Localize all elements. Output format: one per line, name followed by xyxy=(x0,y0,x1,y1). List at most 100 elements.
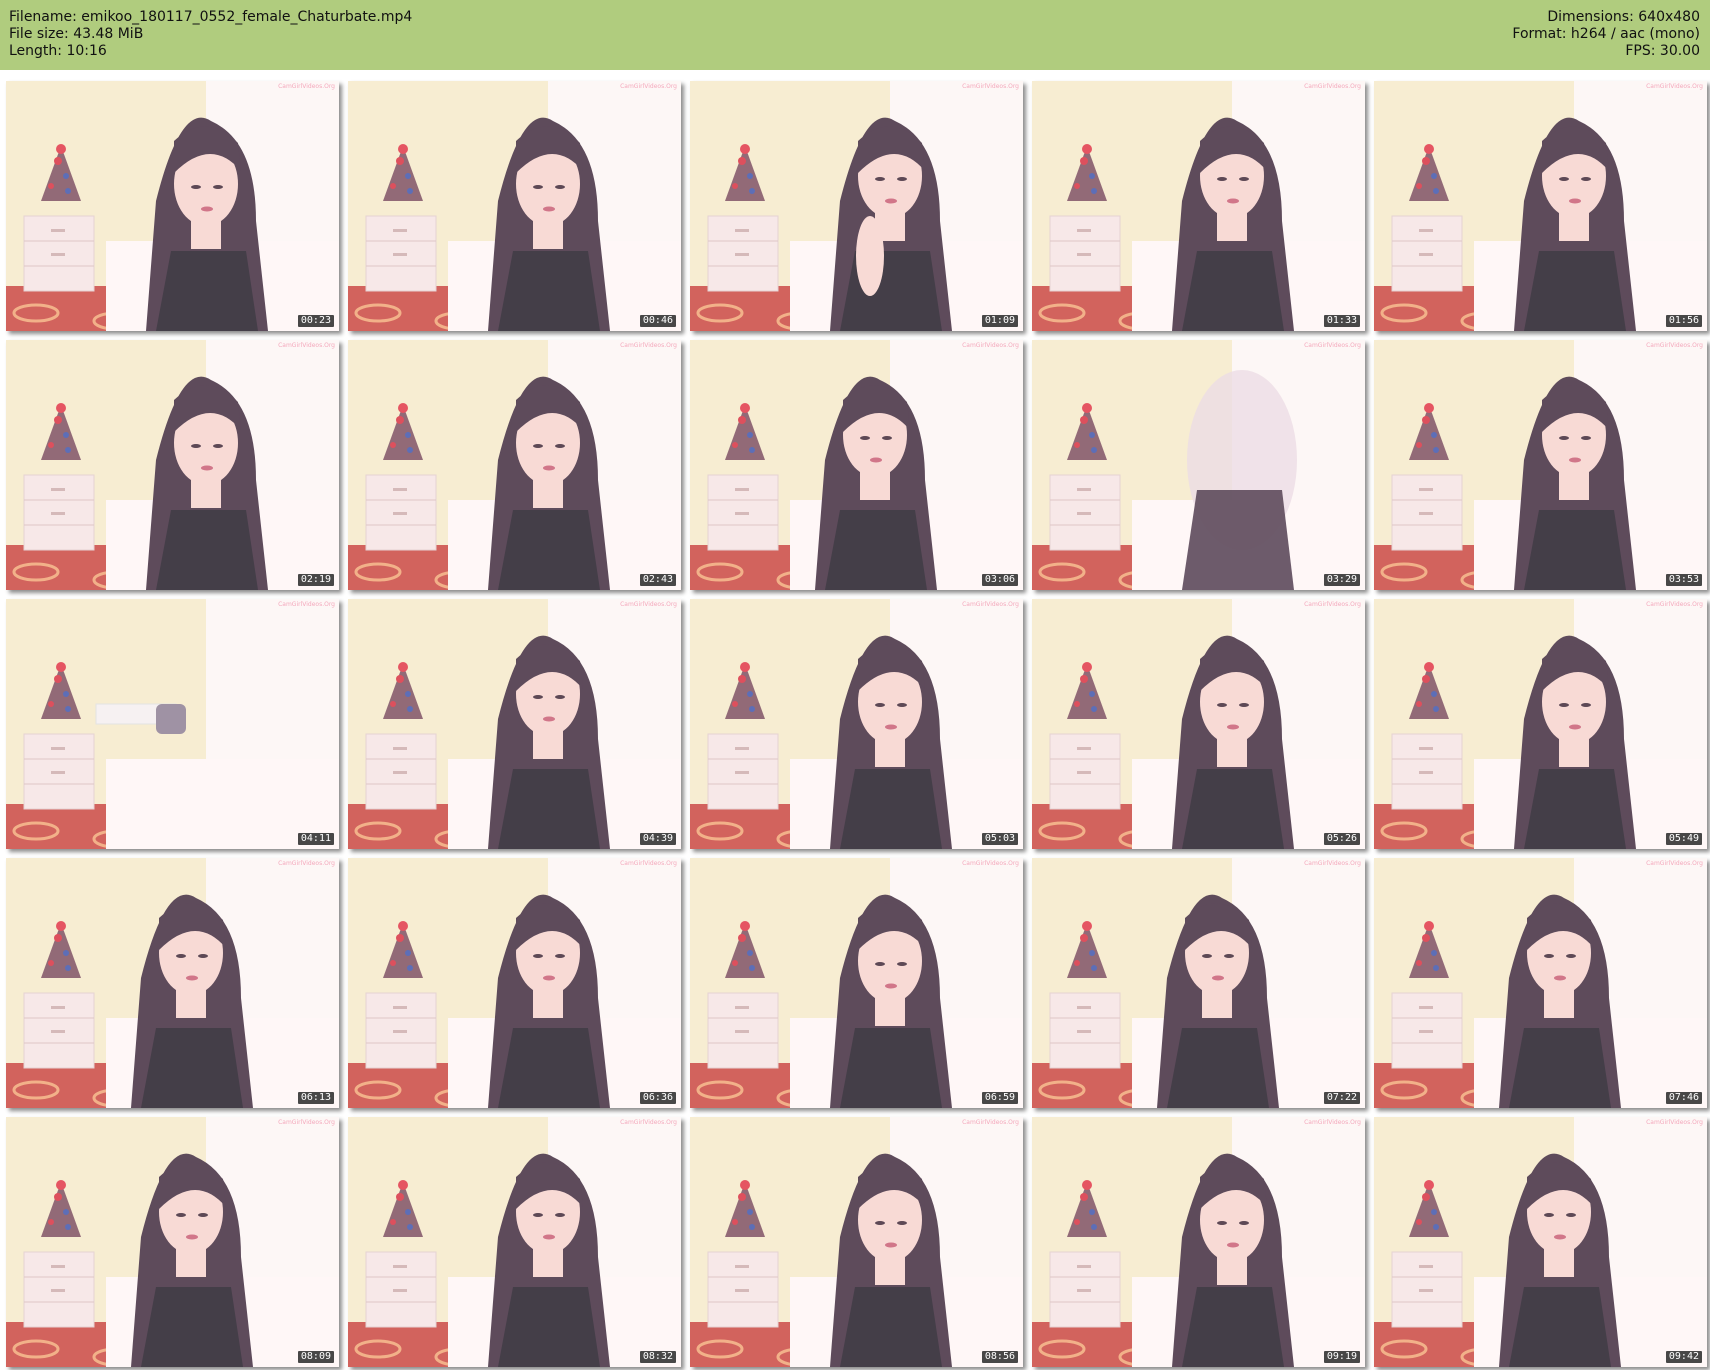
video-thumbnail: CamGirlVideos.Org 01:09 xyxy=(690,81,1023,331)
timestamp-label: 07:46 xyxy=(1665,1092,1702,1104)
timestamp-label: 04:39 xyxy=(639,833,676,845)
thumbnail-scene xyxy=(6,340,339,590)
timestamp-label: 02:43 xyxy=(639,574,676,586)
timestamp-label: 08:09 xyxy=(297,1351,334,1363)
timestamp-label: 07:22 xyxy=(1323,1092,1360,1104)
timestamp-label: 05:26 xyxy=(1323,833,1360,845)
watermark: CamGirlVideos.Org xyxy=(1646,1119,1703,1126)
thumbnail-scene xyxy=(348,1117,681,1367)
watermark: CamGirlVideos.Org xyxy=(1304,83,1361,90)
format-text: Format: h264 / aac (mono) xyxy=(1512,26,1700,42)
watermark: CamGirlVideos.Org xyxy=(1646,860,1703,867)
thumbnail-scene xyxy=(1374,599,1707,849)
filename-text: Filename: emikoo_180117_0552_female_Chat… xyxy=(9,9,413,25)
thumbnail-scene xyxy=(1032,1117,1365,1367)
thumbnail-scene xyxy=(690,340,1023,590)
timestamp-label: 01:09 xyxy=(981,315,1018,327)
timestamp-label: 01:56 xyxy=(1665,315,1702,327)
video-thumbnail: CamGirlVideos.Org 00:46 xyxy=(348,81,681,331)
timestamp-label: 00:46 xyxy=(639,315,676,327)
timestamp-label: 06:36 xyxy=(639,1092,676,1104)
watermark: CamGirlVideos.Org xyxy=(1304,601,1361,608)
watermark: CamGirlVideos.Org xyxy=(620,342,677,349)
thumbnail-scene xyxy=(1032,81,1365,331)
video-thumbnail: CamGirlVideos.Org 08:32 xyxy=(348,1117,681,1367)
thumbnail-scene xyxy=(348,858,681,1108)
video-thumbnail: CamGirlVideos.Org 06:59 xyxy=(690,858,1023,1108)
filesize-text: File size: 43.48 MiB xyxy=(9,26,144,42)
video-thumbnail: CamGirlVideos.Org 08:09 xyxy=(6,1117,339,1367)
thumbnail-scene xyxy=(6,81,339,331)
watermark: CamGirlVideos.Org xyxy=(278,1119,335,1126)
thumbnail-scene xyxy=(1032,599,1365,849)
thumbnail-scene xyxy=(690,1117,1023,1367)
timestamp-label: 06:13 xyxy=(297,1092,334,1104)
fps-text: FPS: 30.00 xyxy=(1625,43,1700,59)
video-thumbnail: CamGirlVideos.Org 00:23 xyxy=(6,81,339,331)
timestamp-label: 08:32 xyxy=(639,1351,676,1363)
timestamp-label: 04:11 xyxy=(297,833,334,845)
watermark: CamGirlVideos.Org xyxy=(620,601,677,608)
timestamp-label: 09:42 xyxy=(1665,1351,1702,1363)
watermark: CamGirlVideos.Org xyxy=(962,1119,1019,1126)
watermark: CamGirlVideos.Org xyxy=(1304,342,1361,349)
thumbnail-scene xyxy=(690,599,1023,849)
thumbnail-scene xyxy=(1374,1117,1707,1367)
thumbnail-scene xyxy=(6,599,339,849)
thumbnail-scene xyxy=(6,858,339,1108)
thumbnail-scene xyxy=(1374,340,1707,590)
video-thumbnail: CamGirlVideos.Org 01:33 xyxy=(1032,81,1365,331)
thumbnail-scene xyxy=(348,340,681,590)
timestamp-label: 01:33 xyxy=(1323,315,1360,327)
thumbnail-scene xyxy=(6,1117,339,1367)
watermark: CamGirlVideos.Org xyxy=(962,83,1019,90)
video-thumbnail: CamGirlVideos.Org 03:29 xyxy=(1032,340,1365,590)
thumbnail-scene xyxy=(690,81,1023,331)
timestamp-label: 09:19 xyxy=(1323,1351,1360,1363)
watermark: CamGirlVideos.Org xyxy=(1646,83,1703,90)
watermark: CamGirlVideos.Org xyxy=(962,601,1019,608)
video-thumbnail: CamGirlVideos.Org 06:13 xyxy=(6,858,339,1108)
video-thumbnail: CamGirlVideos.Org 09:19 xyxy=(1032,1117,1365,1367)
watermark: CamGirlVideos.Org xyxy=(1646,342,1703,349)
watermark: CamGirlVideos.Org xyxy=(1646,601,1703,608)
thumbnail-scene xyxy=(348,81,681,331)
video-thumbnail: CamGirlVideos.Org 08:56 xyxy=(690,1117,1023,1367)
timestamp-label: 05:49 xyxy=(1665,833,1702,845)
timestamp-label: 08:56 xyxy=(981,1351,1018,1363)
thumbnail-scene xyxy=(1032,340,1365,590)
file-info-right: Dimensions: 640x480 Format: h264 / aac (… xyxy=(1512,9,1700,60)
watermark: CamGirlVideos.Org xyxy=(278,860,335,867)
timestamp-label: 03:06 xyxy=(981,574,1018,586)
video-thumbnail: CamGirlVideos.Org 09:42 xyxy=(1374,1117,1707,1367)
video-thumbnail: CamGirlVideos.Org 02:43 xyxy=(348,340,681,590)
video-thumbnail: CamGirlVideos.Org 03:06 xyxy=(690,340,1023,590)
file-info-left: Filename: emikoo_180117_0552_female_Chat… xyxy=(9,9,412,60)
timestamp-label: 02:19 xyxy=(297,574,334,586)
watermark: CamGirlVideos.Org xyxy=(962,860,1019,867)
dimensions-text: Dimensions: 640x480 xyxy=(1547,9,1700,25)
thumbnail-grid: CamGirlVideos.Org 00:23 CamGirlVideos.Or… xyxy=(6,81,1707,1367)
video-thumbnail: CamGirlVideos.Org 06:36 xyxy=(348,858,681,1108)
timestamp-label: 05:03 xyxy=(981,833,1018,845)
thumbnail-scene xyxy=(690,858,1023,1108)
timestamp-label: 03:29 xyxy=(1323,574,1360,586)
watermark: CamGirlVideos.Org xyxy=(278,601,335,608)
video-thumbnail: CamGirlVideos.Org 01:56 xyxy=(1374,81,1707,331)
video-thumbnail: CamGirlVideos.Org 04:39 xyxy=(348,599,681,849)
watermark: CamGirlVideos.Org xyxy=(1304,860,1361,867)
watermark: CamGirlVideos.Org xyxy=(1304,1119,1361,1126)
timestamp-label: 03:53 xyxy=(1665,574,1702,586)
video-thumbnail: CamGirlVideos.Org 07:22 xyxy=(1032,858,1365,1108)
thumbnail-scene xyxy=(1032,858,1365,1108)
video-thumbnail: CamGirlVideos.Org 03:53 xyxy=(1374,340,1707,590)
video-thumbnail: CamGirlVideos.Org 04:11 xyxy=(6,599,339,849)
thumbnail-scene xyxy=(1374,858,1707,1108)
video-thumbnail: CamGirlVideos.Org 05:03 xyxy=(690,599,1023,849)
watermark: CamGirlVideos.Org xyxy=(620,1119,677,1126)
watermark: CamGirlVideos.Org xyxy=(278,83,335,90)
thumbnail-scene xyxy=(1374,81,1707,331)
video-thumbnail: CamGirlVideos.Org 05:49 xyxy=(1374,599,1707,849)
watermark: CamGirlVideos.Org xyxy=(620,83,677,90)
length-text: Length: 10:16 xyxy=(9,43,107,59)
